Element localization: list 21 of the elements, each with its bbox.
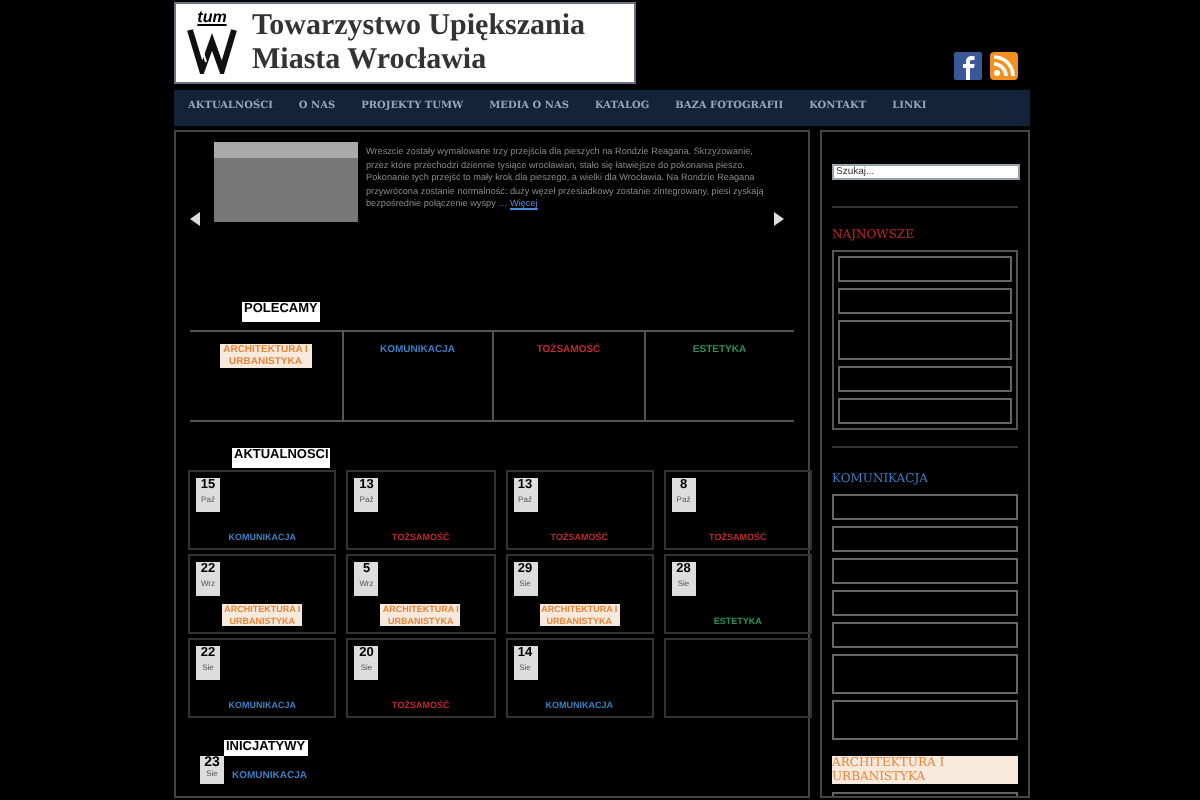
previous-arrow-icon[interactable]: [190, 211, 200, 225]
post-entry-box[interactable]: [832, 494, 1018, 520]
post-entry-box[interactable]: [832, 654, 1018, 694]
post-entry-box[interactable]: [838, 288, 1012, 314]
logo-mark: tum: [184, 9, 240, 77]
post-entry-box[interactable]: [838, 398, 1012, 424]
facebook-icon[interactable]: [954, 52, 982, 80]
post-entry-box[interactable]: [838, 366, 1012, 392]
crosswalk-photo-placeholder: [214, 142, 358, 222]
post-entry-box[interactable]: [832, 700, 1018, 740]
post-entry-box[interactable]: [838, 256, 1012, 282]
site-title: Towarzystwo Upiększania: [252, 9, 586, 43]
rss-icon[interactable]: [990, 52, 1018, 80]
post-entry-box[interactable]: [838, 320, 1012, 360]
post-entry-box[interactable]: [832, 558, 1018, 584]
site-title: Miasta Wrocławia: [252, 43, 489, 77]
post-entry-box[interactable]: [832, 622, 1018, 648]
post-entry-box[interactable]: [832, 590, 1018, 616]
next-arrow-icon[interactable]: [774, 211, 784, 225]
post-entry-box[interactable]: [832, 526, 1018, 552]
site-logo-banner[interactable]: tum Towarzystwo Upiększania Miasta Wrocławia: [174, 2, 636, 84]
